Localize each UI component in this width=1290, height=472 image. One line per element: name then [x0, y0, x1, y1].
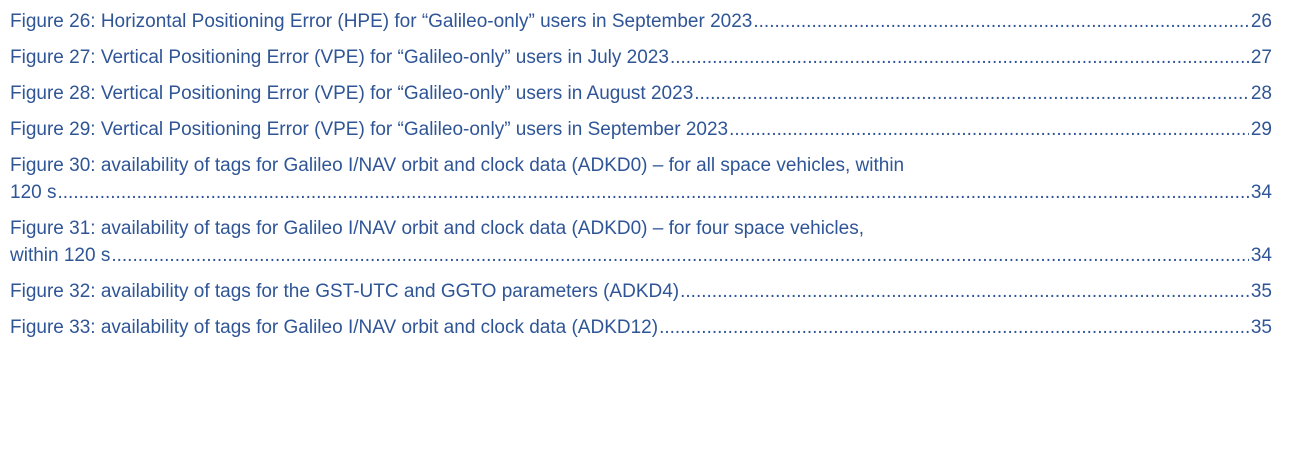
toc-entry-title: Figure 28: Vertical Positioning Error (V… [10, 83, 694, 104]
toc-entry-figure-31[interactable]: Figure 31: availability of tags for Gali… [10, 215, 1272, 269]
toc-entry-page-number: 35 [1250, 281, 1272, 302]
toc-entry-title-line2: 120 s [10, 182, 57, 203]
toc-entry-title: Figure 33: availability of tags for Gali… [10, 317, 659, 338]
dot-leader [753, 8, 1248, 35]
toc-entry-page-number: 28 [1250, 83, 1272, 104]
toc-entry-title: Figure 26: Horizontal Positioning Error … [10, 11, 753, 32]
toc-entry-figure-32[interactable]: Figure 32: availability of tags for the … [10, 278, 1272, 305]
toc-entry-title: Figure 29: Vertical Positioning Error (V… [10, 119, 729, 140]
toc-entry-page-number: 27 [1250, 47, 1272, 68]
dot-leader [111, 242, 1249, 269]
toc-entry-page-number: 35 [1250, 317, 1272, 338]
toc-entry-figure-27[interactable]: Figure 27: Vertical Positioning Error (V… [10, 44, 1272, 71]
toc-entry-title-line1: Figure 31: availability of tags for Gali… [10, 218, 864, 239]
dot-leader [680, 278, 1249, 305]
dot-leader [694, 80, 1249, 107]
toc-entry-title-line1: Figure 30: availability of tags for Gali… [10, 155, 905, 176]
toc-entry-page-number: 34 [1250, 182, 1272, 203]
toc-entry-page-number: 34 [1250, 245, 1272, 266]
toc-entry-page-number: 26 [1250, 11, 1272, 32]
toc-entry-title: Figure 27: Vertical Positioning Error (V… [10, 47, 669, 68]
toc-entry-figure-26[interactable]: Figure 26: Horizontal Positioning Error … [10, 8, 1272, 35]
toc-entry-title: Figure 32: availability of tags for the … [10, 281, 680, 302]
dot-leader [659, 314, 1249, 341]
dot-leader [670, 44, 1249, 71]
toc-entry-figure-33[interactable]: Figure 33: availability of tags for Gali… [10, 314, 1272, 341]
dot-leader [729, 116, 1249, 143]
dot-leader [57, 179, 1248, 206]
toc-entry-figure-28[interactable]: Figure 28: Vertical Positioning Error (V… [10, 80, 1272, 107]
toc-entry-page-number: 29 [1250, 119, 1272, 140]
table-of-figures: Figure 26: Horizontal Positioning Error … [10, 8, 1272, 350]
toc-entry-figure-29[interactable]: Figure 29: Vertical Positioning Error (V… [10, 116, 1272, 143]
toc-entry-title-line2: within 120 s [10, 245, 111, 266]
toc-entry-figure-30[interactable]: Figure 30: availability of tags for Gali… [10, 152, 1272, 206]
